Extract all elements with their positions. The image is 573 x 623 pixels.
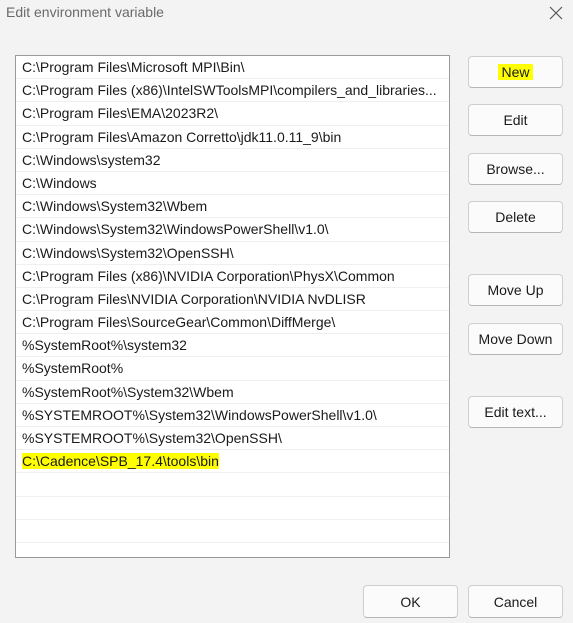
list-item[interactable]: C:\Windows [16, 172, 449, 196]
edit-button-label: Edit [503, 112, 528, 128]
list-item[interactable]: C:\Program Files (x86)\NVIDIA Corporatio… [16, 265, 449, 288]
edit-button[interactable]: Edit [468, 104, 563, 136]
list-item[interactable]: C:\Program Files (x86)\IntelSWToolsMPI\c… [16, 79, 449, 103]
list-item[interactable]: %SystemRoot%\System32\Wbem [16, 381, 449, 404]
move-up-button-label: Move Up [487, 282, 544, 298]
list-item[interactable]: C:\Program Files\Amazon Corretto\jdk11.0… [16, 126, 449, 149]
ok-button[interactable]: OK [363, 585, 458, 618]
edit-text-button[interactable]: Edit text... [468, 396, 563, 428]
dialog-title: Edit environment variable [6, 4, 164, 20]
delete-button[interactable]: Delete [468, 201, 563, 233]
list-item[interactable]: C:\Windows\System32\OpenSSH\ [16, 242, 449, 265]
edit-text-button-label: Edit text... [484, 404, 547, 420]
list-item[interactable]: %SystemRoot%\system32 [16, 334, 449, 358]
list-item[interactable]: C:\Program Files\EMA\2023R2\ [16, 102, 449, 126]
new-button[interactable]: New [468, 56, 563, 88]
list-item[interactable]: C:\Program Files\SourceGear\Common\DiffM… [16, 311, 449, 335]
cancel-button[interactable]: Cancel [468, 585, 563, 618]
list-item[interactable]: %SYSTEMROOT%\System32\OpenSSH\ [16, 427, 449, 451]
move-up-button[interactable]: Move Up [468, 274, 563, 306]
browse-button-label: Browse... [486, 161, 545, 177]
empty-row [16, 473, 449, 497]
delete-button-label: Delete [495, 209, 536, 225]
list-item[interactable]: C:\Windows\system32 [16, 149, 449, 172]
move-down-button-label: Move Down [478, 331, 553, 347]
list-item[interactable]: C:\Program Files\Microsoft MPI\Bin\ [16, 56, 449, 80]
move-down-button[interactable]: Move Down [468, 323, 563, 355]
close-button[interactable] [545, 2, 567, 24]
list-item-selected[interactable]: C:\Cadence\SPB_17.4\tools\bin [16, 450, 449, 474]
list-item[interactable]: C:\Windows\System32\Wbem [16, 195, 449, 219]
empty-row [16, 497, 449, 520]
list-item[interactable]: C:\Windows\System32\WindowsPowerShell\v1… [16, 218, 449, 242]
list-item[interactable]: %SystemRoot% [16, 357, 449, 381]
cancel-button-label: Cancel [493, 593, 538, 610]
list-item[interactable]: %SYSTEMROOT%\System32\WindowsPowerShell\… [16, 404, 449, 427]
new-button-label: New [498, 64, 533, 80]
list-item[interactable]: C:\Program Files\NVIDIA Corporation\NVID… [16, 288, 449, 312]
title-bar: Edit environment variable [0, 0, 573, 28]
list-item-highlight: C:\Cadence\SPB_17.4\tools\bin [22, 453, 219, 470]
ok-button-label: OK [400, 593, 421, 610]
path-list[interactable]: C:\Program Files\Microsoft MPI\Bin\ C:\P… [15, 55, 450, 558]
browse-button[interactable]: Browse... [468, 153, 563, 185]
empty-row [16, 520, 449, 543]
close-icon [549, 6, 563, 20]
